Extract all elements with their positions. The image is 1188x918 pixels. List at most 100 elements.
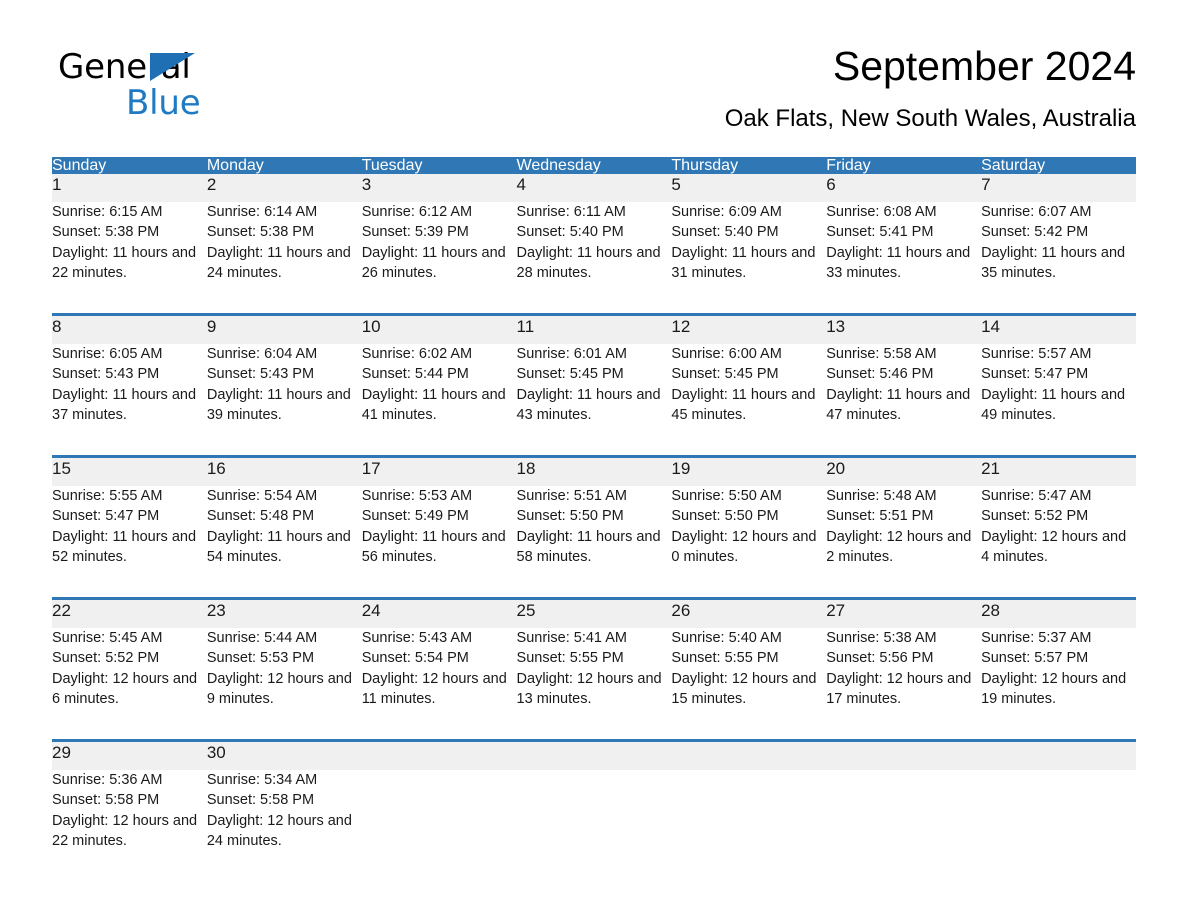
daylight-text: Daylight: 11 hours and 47 minutes.: [826, 386, 971, 423]
day-number[interactable]: 16: [206, 458, 362, 486]
day-number[interactable]: 26: [671, 600, 827, 628]
day-number[interactable]: 21: [981, 458, 1136, 486]
day-number-empty: [981, 742, 1136, 770]
day-number[interactable]: 29: [52, 742, 207, 770]
day-number[interactable]: 24: [361, 600, 517, 628]
week-gap: [52, 438, 1136, 455]
sunrise-text: Sunrise: 6:15 AM: [52, 204, 163, 220]
day-number[interactable]: 2: [206, 174, 362, 202]
day-cell[interactable]: Sunrise: 6:05 AM Sunset: 5:43 PM Daylight:…: [52, 344, 207, 438]
sunset-text: Sunset: 5:52 PM: [981, 508, 1089, 525]
day-info-row: Sunrise: 5:36 AM Sunset: 5:58 PM Daylight:…: [52, 770, 1136, 864]
column-header-tuesday: Tuesday: [361, 157, 517, 174]
day-cell[interactable]: Sunrise: 6:00 AM Sunset: 5:45 PM Daylight:…: [671, 344, 827, 438]
day-number[interactable]: 23: [206, 600, 362, 628]
day-cell[interactable]: Sunrise: 5:44 AM Sunset: 5:53 PM Daylight:…: [206, 628, 362, 722]
sunrise-text: Sunrise: 5:37 AM: [981, 630, 1092, 646]
day-cell[interactable]: Sunrise: 5:48 AM Sunset: 5:51 PM Daylight:…: [826, 486, 982, 580]
day-cell[interactable]: Sunrise: 5:53 AM Sunset: 5:49 PM Daylight:…: [361, 486, 517, 580]
day-cell[interactable]: Sunrise: 6:01 AM Sunset: 5:45 PM Daylight:…: [516, 344, 672, 438]
column-header-monday: Monday: [206, 157, 362, 174]
day-number[interactable]: 4: [516, 174, 672, 202]
day-cell[interactable]: Sunrise: 5:43 AM Sunset: 5:54 PM Daylight:…: [361, 628, 517, 722]
day-number-empty: [671, 742, 827, 770]
day-cell[interactable]: Sunrise: 5:37 AM Sunset: 5:57 PM Daylight:…: [981, 628, 1136, 722]
day-number[interactable]: 11: [516, 316, 672, 344]
column-header-wednesday: Wednesday: [516, 157, 672, 174]
day-number[interactable]: 6: [826, 174, 982, 202]
day-cell[interactable]: Sunrise: 5:57 AM Sunset: 5:47 PM Daylight:…: [981, 344, 1136, 438]
daylight-text: Daylight: 11 hours and 56 minutes.: [361, 528, 506, 565]
daylight-text: Daylight: 11 hours and 54 minutes.: [206, 528, 351, 565]
day-cell[interactable]: Sunrise: 5:38 AM Sunset: 5:56 PM Daylight:…: [826, 628, 982, 722]
day-number[interactable]: 28: [981, 600, 1136, 628]
daylight-text: Daylight: 12 hours and 19 minutes.: [981, 670, 1127, 707]
sunrise-text: Sunrise: 5:40 AM: [671, 630, 782, 646]
day-cell[interactable]: Sunrise: 5:47 AM Sunset: 5:52 PM Daylight:…: [981, 486, 1136, 580]
day-number-row: 8 9 10 11 12 13 14: [52, 316, 1136, 344]
day-number[interactable]: 27: [826, 600, 982, 628]
day-cell[interactable]: Sunrise: 6:14 AM Sunset: 5:38 PM Daylight:…: [206, 202, 362, 296]
sunset-text: Sunset: 5:58 PM: [206, 792, 315, 809]
sunrise-text: Sunrise: 5:48 AM: [826, 488, 937, 504]
page-subtitle: Oak Flats, New South Wales, Australia: [724, 105, 1136, 133]
day-cell[interactable]: Sunrise: 6:08 AM Sunset: 5:41 PM Daylight:…: [826, 202, 982, 296]
day-number[interactable]: 3: [361, 174, 517, 202]
day-cell[interactable]: Sunrise: 6:09 AM Sunset: 5:40 PM Daylight:…: [671, 202, 827, 296]
day-number[interactable]: 19: [671, 458, 827, 486]
day-number[interactable]: 30: [206, 742, 362, 770]
day-cell[interactable]: Sunrise: 5:40 AM Sunset: 5:55 PM Daylight:…: [671, 628, 827, 722]
day-number-row: 1234567: [52, 174, 1136, 202]
day-number[interactable]: 9: [206, 316, 362, 344]
day-number[interactable]: 13: [826, 316, 982, 344]
day-number[interactable]: 8: [52, 316, 207, 344]
sunset-text: Sunset: 5:48 PM: [206, 508, 315, 525]
day-number[interactable]: 20: [826, 458, 982, 486]
day-cell[interactable]: Sunrise: 5:34 AM Sunset: 5:58 PM Daylight:…: [206, 770, 362, 864]
day-cell[interactable]: Sunrise: 6:02 AM Sunset: 5:44 PM Daylight:…: [361, 344, 517, 438]
day-cell[interactable]: Sunrise: 5:51 AM Sunset: 5:50 PM Daylight:…: [516, 486, 672, 580]
day-cell[interactable]: Sunrise: 5:50 AM Sunset: 5:50 PM Daylight:…: [671, 486, 827, 580]
day-number[interactable]: 15: [52, 458, 207, 486]
day-number-row: 22 23 24 25 26 27 28: [52, 600, 1136, 628]
day-number[interactable]: 17: [361, 458, 517, 486]
day-info-row: Sunrise: 5:45 AM Sunset: 5:52 PM Daylight:…: [52, 628, 1136, 722]
day-number-empty: [361, 742, 517, 770]
day-number[interactable]: 1: [52, 174, 207, 202]
day-number[interactable]: 5: [671, 174, 827, 202]
day-cell[interactable]: Sunrise: 6:07 AM Sunset: 5:42 PM Daylight:…: [981, 202, 1136, 296]
day-number[interactable]: 10: [361, 316, 517, 344]
sunrise-text: Sunrise: 6:00 AM: [671, 346, 782, 362]
day-cell[interactable]: Sunrise: 6:04 AM Sunset: 5:43 PM Daylight:…: [206, 344, 362, 438]
sunrise-text: Sunrise: 6:09 AM: [671, 204, 782, 220]
day-cell[interactable]: Sunrise: 5:54 AM Sunset: 5:48 PM Daylight:…: [206, 486, 362, 580]
day-cell[interactable]: Sunrise: 5:58 AM Sunset: 5:46 PM Daylight:…: [826, 344, 982, 438]
day-number[interactable]: 7: [981, 174, 1136, 202]
day-number-row: 15 16 17 18 19 20 21: [52, 458, 1136, 486]
sunrise-text: Sunrise: 5:47 AM: [981, 488, 1092, 504]
sunset-text: Sunset: 5:46 PM: [826, 366, 934, 383]
sunset-text: Sunset: 5:44 PM: [361, 366, 469, 383]
sunrise-text: Sunrise: 6:01 AM: [516, 346, 627, 362]
daylight-text: Daylight: 11 hours and 33 minutes.: [826, 244, 971, 281]
day-cell[interactable]: Sunrise: 5:45 AM Sunset: 5:52 PM Daylight:…: [52, 628, 207, 722]
day-number[interactable]: 18: [516, 458, 672, 486]
daylight-text: Daylight: 11 hours and 24 minutes.: [206, 244, 351, 281]
day-cell[interactable]: Sunrise: 5:41 AM Sunset: 5:55 PM Daylight:…: [516, 628, 672, 722]
day-cell[interactable]: Sunrise: 5:36 AM Sunset: 5:58 PM Daylight:…: [52, 770, 207, 864]
day-number[interactable]: 25: [516, 600, 672, 628]
day-number[interactable]: 14: [981, 316, 1136, 344]
day-cell[interactable]: Sunrise: 6:11 AM Sunset: 5:40 PM Daylight:…: [516, 202, 672, 296]
sunrise-text: Sunrise: 5:51 AM: [516, 488, 627, 504]
sunrise-text: Sunrise: 6:08 AM: [826, 204, 937, 220]
day-cell[interactable]: Sunrise: 5:55 AM Sunset: 5:47 PM Daylight:…: [52, 486, 207, 580]
daylight-text: Daylight: 12 hours and 22 minutes.: [52, 812, 198, 849]
day-number[interactable]: 22: [52, 600, 207, 628]
day-cell[interactable]: Sunrise: 6:12 AM Sunset: 5:39 PM Daylight:…: [361, 202, 517, 296]
week-gap: [52, 580, 1136, 597]
day-cell[interactable]: Sunrise: 6:15 AM Sunset: 5:38 PM Daylight:…: [52, 202, 207, 296]
week-gap-cell: [52, 722, 1136, 739]
sunset-text: Sunset: 5:53 PM: [206, 650, 315, 667]
day-number[interactable]: 12: [671, 316, 827, 344]
calendar-page: General Blue September 2024 Oak Flats, N…: [0, 0, 1188, 918]
